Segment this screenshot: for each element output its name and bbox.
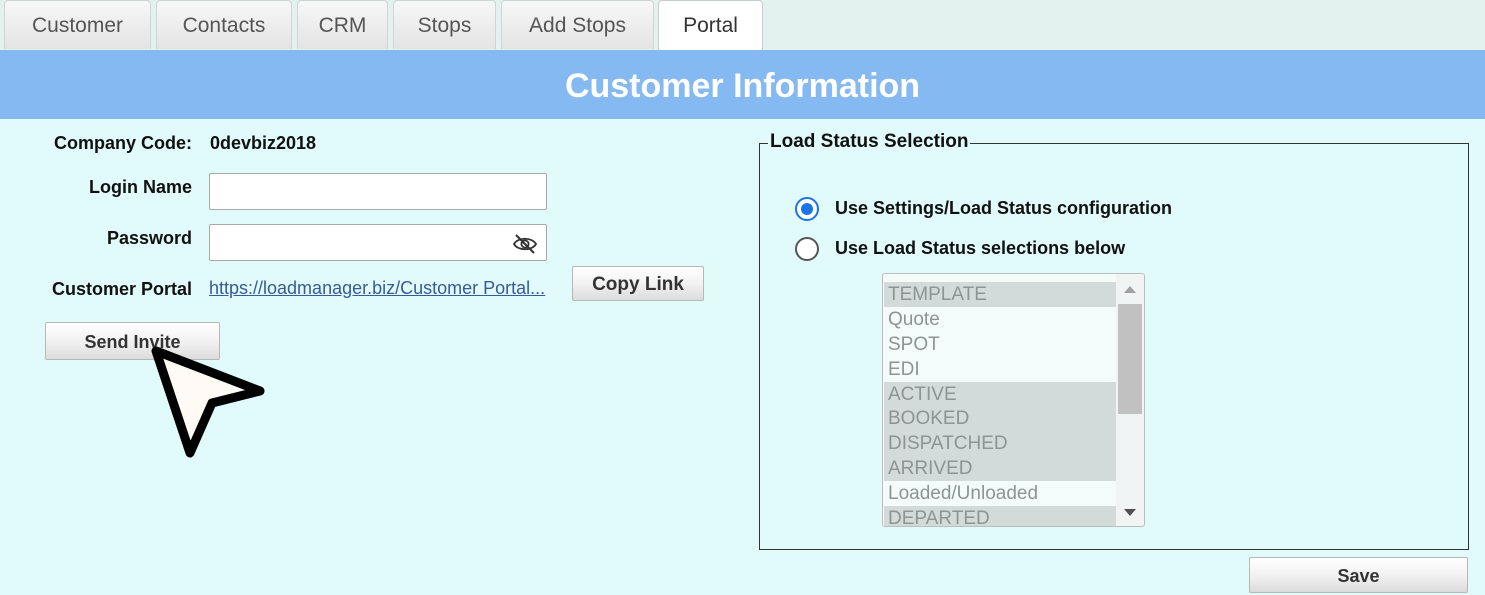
scroll-down-arrow-icon[interactable] xyxy=(1124,509,1136,516)
customer-portal-label: Customer Portal xyxy=(51,279,192,299)
list-item[interactable]: DISPATCHED xyxy=(884,431,1116,457)
eye-slash-icon[interactable] xyxy=(512,234,538,254)
copy-link-button[interactable]: Copy Link xyxy=(572,266,704,301)
list-item[interactable]: BOOKED xyxy=(884,406,1116,432)
load-status-legend: Load Status Selection xyxy=(768,131,971,153)
company-code-label: Company Code: xyxy=(53,133,192,153)
password-label: Password xyxy=(106,228,192,248)
customer-portal-link[interactable]: https://loadmanager.biz/Customer Portal.… xyxy=(209,278,569,299)
list-item[interactable]: Loaded/Unloaded xyxy=(884,481,1116,507)
settings-config-radio-label[interactable]: Use Settings/Load Status configuration xyxy=(835,198,1172,219)
scroll-thumb[interactable] xyxy=(1118,304,1142,414)
tab-stops[interactable]: Stops xyxy=(393,0,496,49)
list-item[interactable]: EDI xyxy=(884,356,1116,382)
company-code-value: 0devbiz2018 xyxy=(210,133,317,153)
login-name-input[interactable] xyxy=(209,173,547,210)
list-item[interactable]: TEMPLATE xyxy=(884,282,1116,307)
tab-customer[interactable]: Customer xyxy=(4,0,151,49)
listbox-scrollbar[interactable] xyxy=(1116,274,1144,526)
list-item[interactable]: Quote xyxy=(884,306,1116,332)
password-input[interactable] xyxy=(209,224,547,261)
selections-below-radio-label[interactable]: Use Load Status selections below xyxy=(835,238,1125,259)
mouse-cursor-icon xyxy=(151,346,265,458)
save-button[interactable]: Save xyxy=(1249,557,1468,593)
scroll-up-arrow-icon[interactable] xyxy=(1124,286,1136,293)
page-title: Customer Information xyxy=(0,50,1485,119)
load-status-options: TEMPLATE Quote SPOT EDI ACTIVE BOOKED DI… xyxy=(884,282,1116,526)
login-name-label: Login Name xyxy=(88,177,192,197)
load-status-listbox[interactable]: TEMPLATE Quote SPOT EDI ACTIVE BOOKED DI… xyxy=(882,273,1145,527)
list-item[interactable]: SPOT xyxy=(884,331,1116,357)
list-item[interactable]: ARRIVED xyxy=(884,456,1116,482)
tab-portal[interactable]: Portal xyxy=(658,0,763,51)
tab-add-stops[interactable]: Add Stops xyxy=(501,0,654,49)
tab-contacts[interactable]: Contacts xyxy=(156,0,292,49)
tab-bar: Customer Contacts CRM Stops Add Stops Po… xyxy=(0,0,1485,51)
selections-below-radio[interactable] xyxy=(795,237,819,261)
list-item[interactable]: DEPARTED xyxy=(884,506,1116,526)
list-item[interactable]: ACTIVE xyxy=(884,381,1116,407)
tab-crm[interactable]: CRM xyxy=(297,0,388,49)
settings-config-radio[interactable] xyxy=(795,197,819,221)
